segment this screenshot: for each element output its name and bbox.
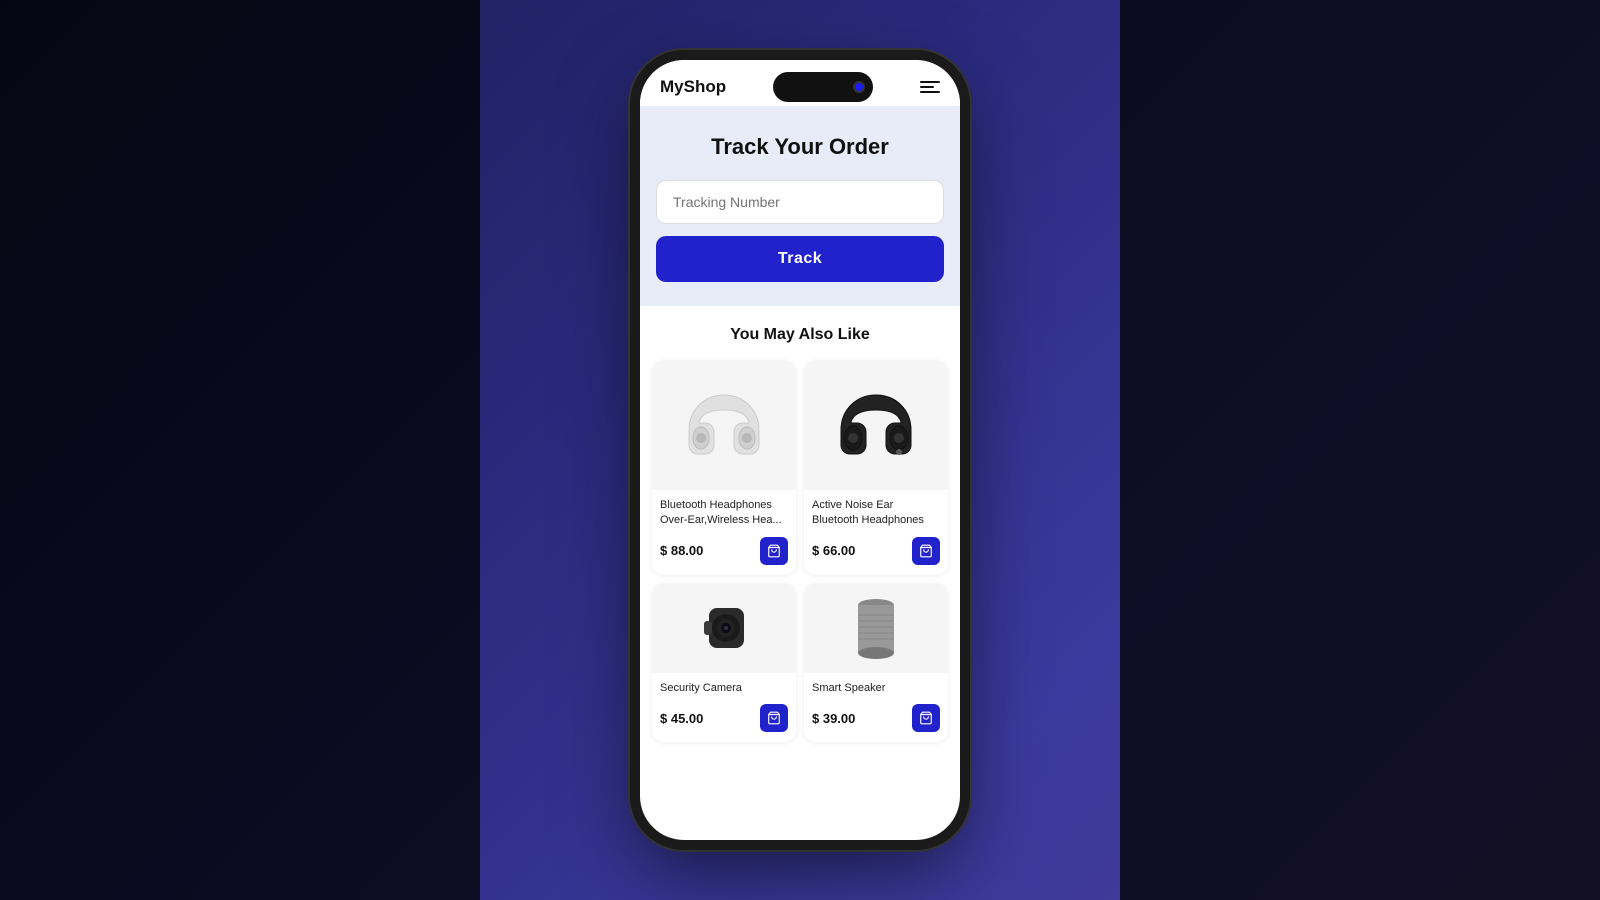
recommendations-section: You May Also Like: [640, 306, 960, 754]
tracking-number-input[interactable]: [656, 180, 944, 224]
product-footer-1: $ 88.00: [660, 537, 788, 565]
app-title: MyShop: [660, 77, 726, 97]
product-card-2: Active Noise Ear Bluetooth Headphones $ …: [804, 360, 948, 575]
camera-notch: [853, 81, 865, 93]
camera-svg: [689, 593, 759, 663]
track-section: Track Your Order Track: [640, 106, 960, 306]
product-info-3: Security Camera $ 45.00: [652, 673, 796, 742]
product-card-3: Security Camera $ 45.00: [652, 583, 796, 742]
product-card-4: Smart Speaker $ 39.00: [804, 583, 948, 742]
products-grid: Bluetooth Headphones Over-Ear,Wireless H…: [652, 360, 948, 742]
product-image-4: [804, 583, 948, 673]
notch-pill: [773, 72, 873, 102]
product-name-1: Bluetooth Headphones Over-Ear,Wireless H…: [660, 498, 788, 529]
track-button[interactable]: Track: [656, 236, 944, 282]
recommendations-heading: You May Also Like: [652, 326, 948, 344]
top-bar: MyShop: [640, 60, 960, 106]
product-footer-3: $ 45.00: [660, 704, 788, 732]
add-to-cart-btn-4[interactable]: [912, 704, 940, 732]
track-heading: Track Your Order: [656, 134, 944, 160]
cart-icon-4: [919, 711, 933, 725]
speaker-svg: [849, 593, 904, 663]
menu-icon[interactable]: [920, 81, 940, 93]
cart-icon-3: [767, 711, 781, 725]
product-footer-4: $ 39.00: [812, 704, 940, 732]
product-footer-2: $ 66.00: [812, 537, 940, 565]
product-info-2: Active Noise Ear Bluetooth Headphones $ …: [804, 490, 948, 575]
right-panel: [1120, 0, 1600, 900]
product-name-2: Active Noise Ear Bluetooth Headphones: [812, 498, 940, 529]
product-price-4: $ 39.00: [812, 711, 855, 726]
add-to-cart-btn-2[interactable]: [912, 537, 940, 565]
product-info-4: Smart Speaker $ 39.00: [804, 673, 948, 742]
phone-frame: MyShop Track Your Order Track You May Al…: [640, 60, 960, 840]
product-card-1: Bluetooth Headphones Over-Ear,Wireless H…: [652, 360, 796, 575]
add-to-cart-btn-1[interactable]: [760, 537, 788, 565]
product-name-3: Security Camera: [660, 681, 788, 696]
product-image-2: [804, 360, 948, 490]
add-to-cart-btn-3[interactable]: [760, 704, 788, 732]
headphone-black-svg: [831, 380, 921, 470]
product-image-3: [652, 583, 796, 673]
left-panel: [0, 0, 480, 900]
product-price-2: $ 66.00: [812, 543, 855, 558]
cart-icon-1: [767, 544, 781, 558]
product-price-3: $ 45.00: [660, 711, 703, 726]
cart-icon-2: [919, 544, 933, 558]
phone-content: Track Your Order Track You May Also Like: [640, 106, 960, 840]
product-info-1: Bluetooth Headphones Over-Ear,Wireless H…: [652, 490, 796, 575]
product-price-1: $ 88.00: [660, 543, 703, 558]
product-name-4: Smart Speaker: [812, 681, 940, 696]
headphone-white-svg: [679, 380, 769, 470]
product-image-1: [652, 360, 796, 490]
